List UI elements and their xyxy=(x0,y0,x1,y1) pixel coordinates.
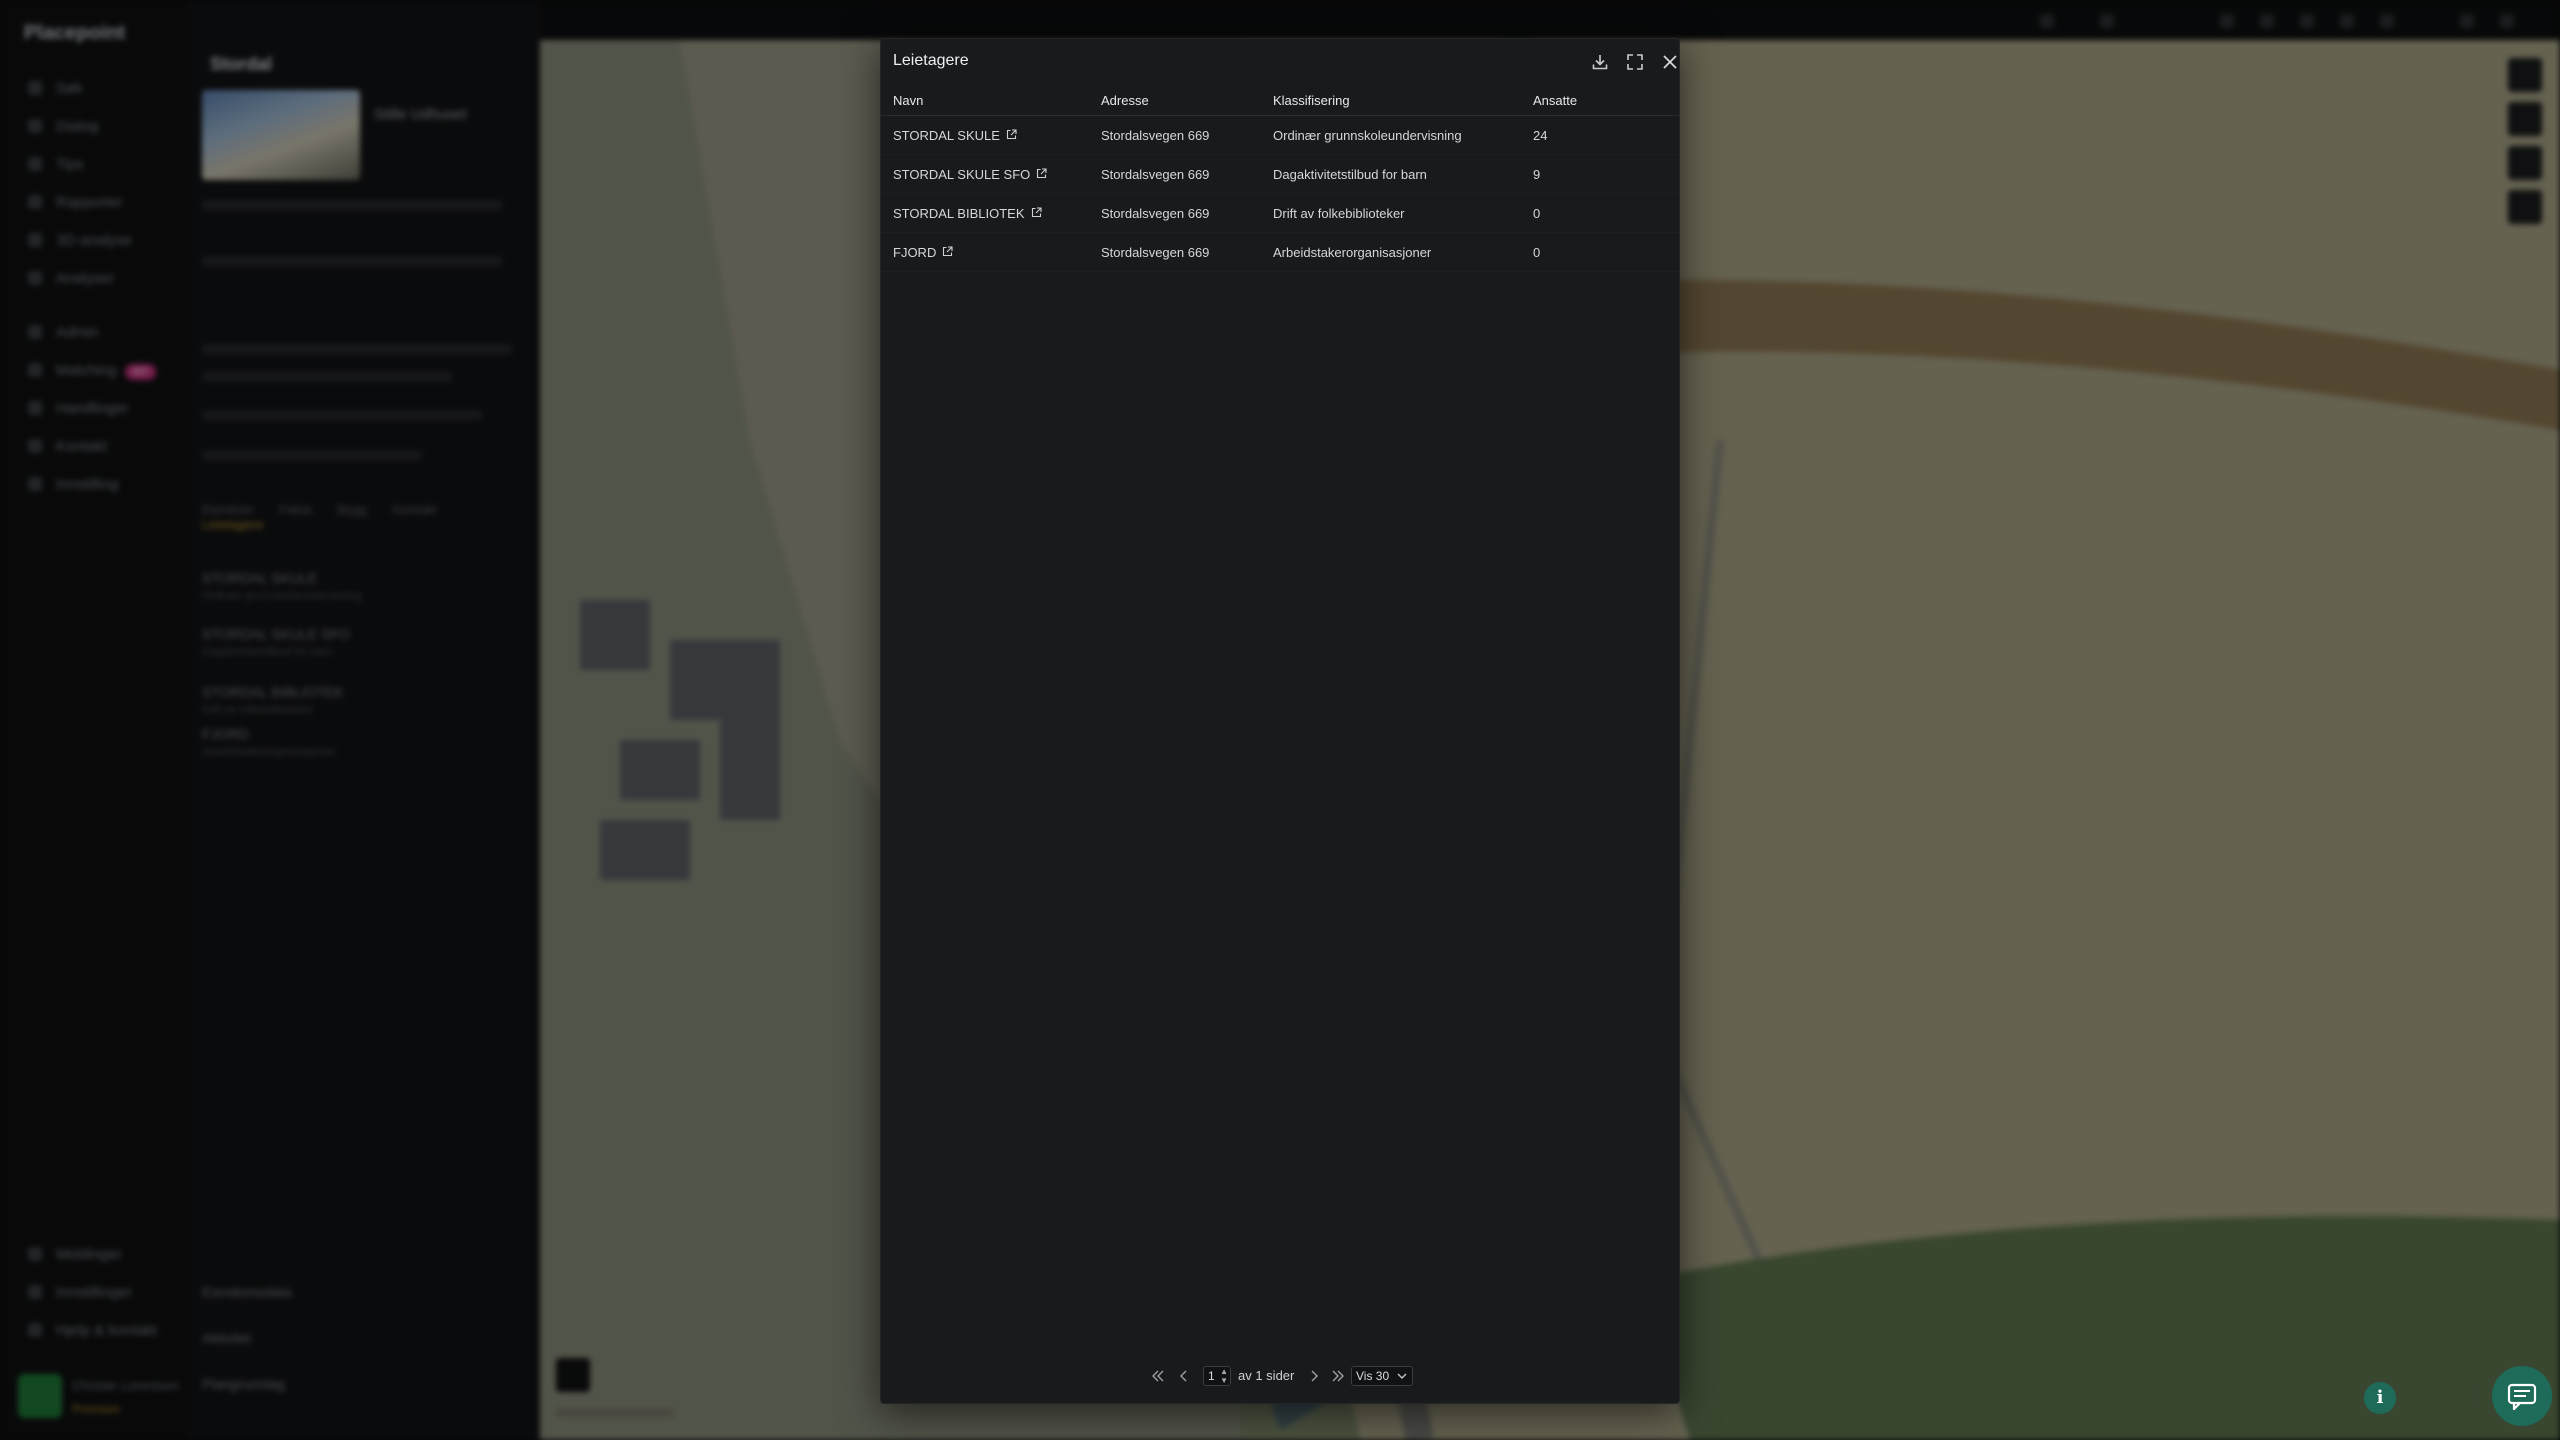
tenant-classification: Drift av folkebiblioteker xyxy=(1261,193,1521,233)
expand-button[interactable] xyxy=(1623,50,1647,74)
tenant-classification: Arbeidstakerorganisasjoner xyxy=(1261,232,1521,272)
pagination: 1 ▲ ▼ av 1 sider Vis 30 xyxy=(881,1365,1679,1389)
tenant-name-link[interactable]: STORDAL SKULE SFO xyxy=(881,154,1089,194)
tenant-employees: 0 xyxy=(1521,232,1679,272)
tenant-classification: Ordinær grunnskoleundervisning xyxy=(1261,115,1521,155)
last-page-button[interactable] xyxy=(1329,1367,1347,1385)
tenant-name-link[interactable]: FJORD xyxy=(881,232,1089,272)
tenant-employees: 0 xyxy=(1521,193,1679,233)
external-link-icon xyxy=(1006,128,1017,139)
tenant-name-link[interactable]: STORDAL SKULE xyxy=(881,115,1089,155)
external-link-icon xyxy=(1031,206,1042,217)
tenant-address: Stordalsvegen 669 xyxy=(1089,232,1261,272)
table-row: STORDAL SKULE Stordalsvegen 669 Ordinær … xyxy=(881,115,1679,155)
tenant-address: Stordalsvegen 669 xyxy=(1089,193,1261,233)
chevron-right-icon xyxy=(1311,1370,1318,1382)
first-page-button[interactable] xyxy=(1149,1367,1167,1385)
table-row: STORDAL BIBLIOTEK Stordalsvegen 669 Drif… xyxy=(881,193,1679,233)
tenant-employees: 9 xyxy=(1521,154,1679,194)
column-header-address[interactable]: Adresse xyxy=(1089,85,1261,116)
table-header-row: Navn Adresse Klassifisering Ansatte xyxy=(881,85,1679,116)
chevron-left-icon xyxy=(1180,1370,1187,1382)
tenants-modal: Leietagere Navn Adresse Klassifisering A… xyxy=(880,38,1680,1404)
download-button[interactable] xyxy=(1588,50,1612,74)
tenants-table: Navn Adresse Klassifisering Ansatte STOR… xyxy=(881,85,1679,272)
chat-button[interactable] xyxy=(2492,1366,2552,1426)
next-page-button[interactable] xyxy=(1305,1367,1323,1385)
info-icon[interactable]: i xyxy=(2364,1382,2396,1414)
table-row: FJORD Stordalsvegen 669 Arbeidstakerorga… xyxy=(881,232,1679,272)
chevron-down-icon xyxy=(1397,1373,1407,1379)
previous-page-button[interactable] xyxy=(1175,1367,1193,1385)
close-button[interactable] xyxy=(1658,50,1682,74)
tenant-address: Stordalsvegen 669 xyxy=(1089,115,1261,155)
close-icon xyxy=(1663,55,1677,69)
tenant-classification: Dagaktivitetstilbud for barn xyxy=(1261,154,1521,194)
column-header-classification[interactable]: Klassifisering xyxy=(1261,85,1521,116)
external-link-icon xyxy=(943,245,953,256)
page-number-input[interactable]: 1 ▲ ▼ xyxy=(1203,1366,1231,1386)
expand-icon xyxy=(1627,54,1643,70)
tenant-name-link[interactable]: STORDAL BIBLIOTEK xyxy=(881,193,1089,233)
tenant-employees: 24 xyxy=(1521,115,1679,155)
column-header-employees[interactable]: Ansatte xyxy=(1521,85,1679,116)
chat-icon xyxy=(2507,1383,2537,1411)
modal-title: Leietagere xyxy=(893,52,969,69)
download-icon xyxy=(1592,55,1608,70)
external-link-icon xyxy=(1037,167,1047,178)
double-chevron-left-icon xyxy=(1152,1370,1164,1382)
column-header-name[interactable]: Navn xyxy=(881,85,1089,116)
tenant-address: Stordalsvegen 669 xyxy=(1089,154,1261,194)
page-size-select[interactable]: Vis 30 xyxy=(1351,1366,1413,1386)
table-row: STORDAL SKULE SFO Stordalsvegen 669 Daga… xyxy=(881,154,1679,194)
double-chevron-right-icon xyxy=(1332,1370,1344,1382)
spinner-icon[interactable]: ▲ ▼ xyxy=(1220,1367,1228,1385)
page-count-text: av 1 sider xyxy=(1238,1368,1295,1383)
